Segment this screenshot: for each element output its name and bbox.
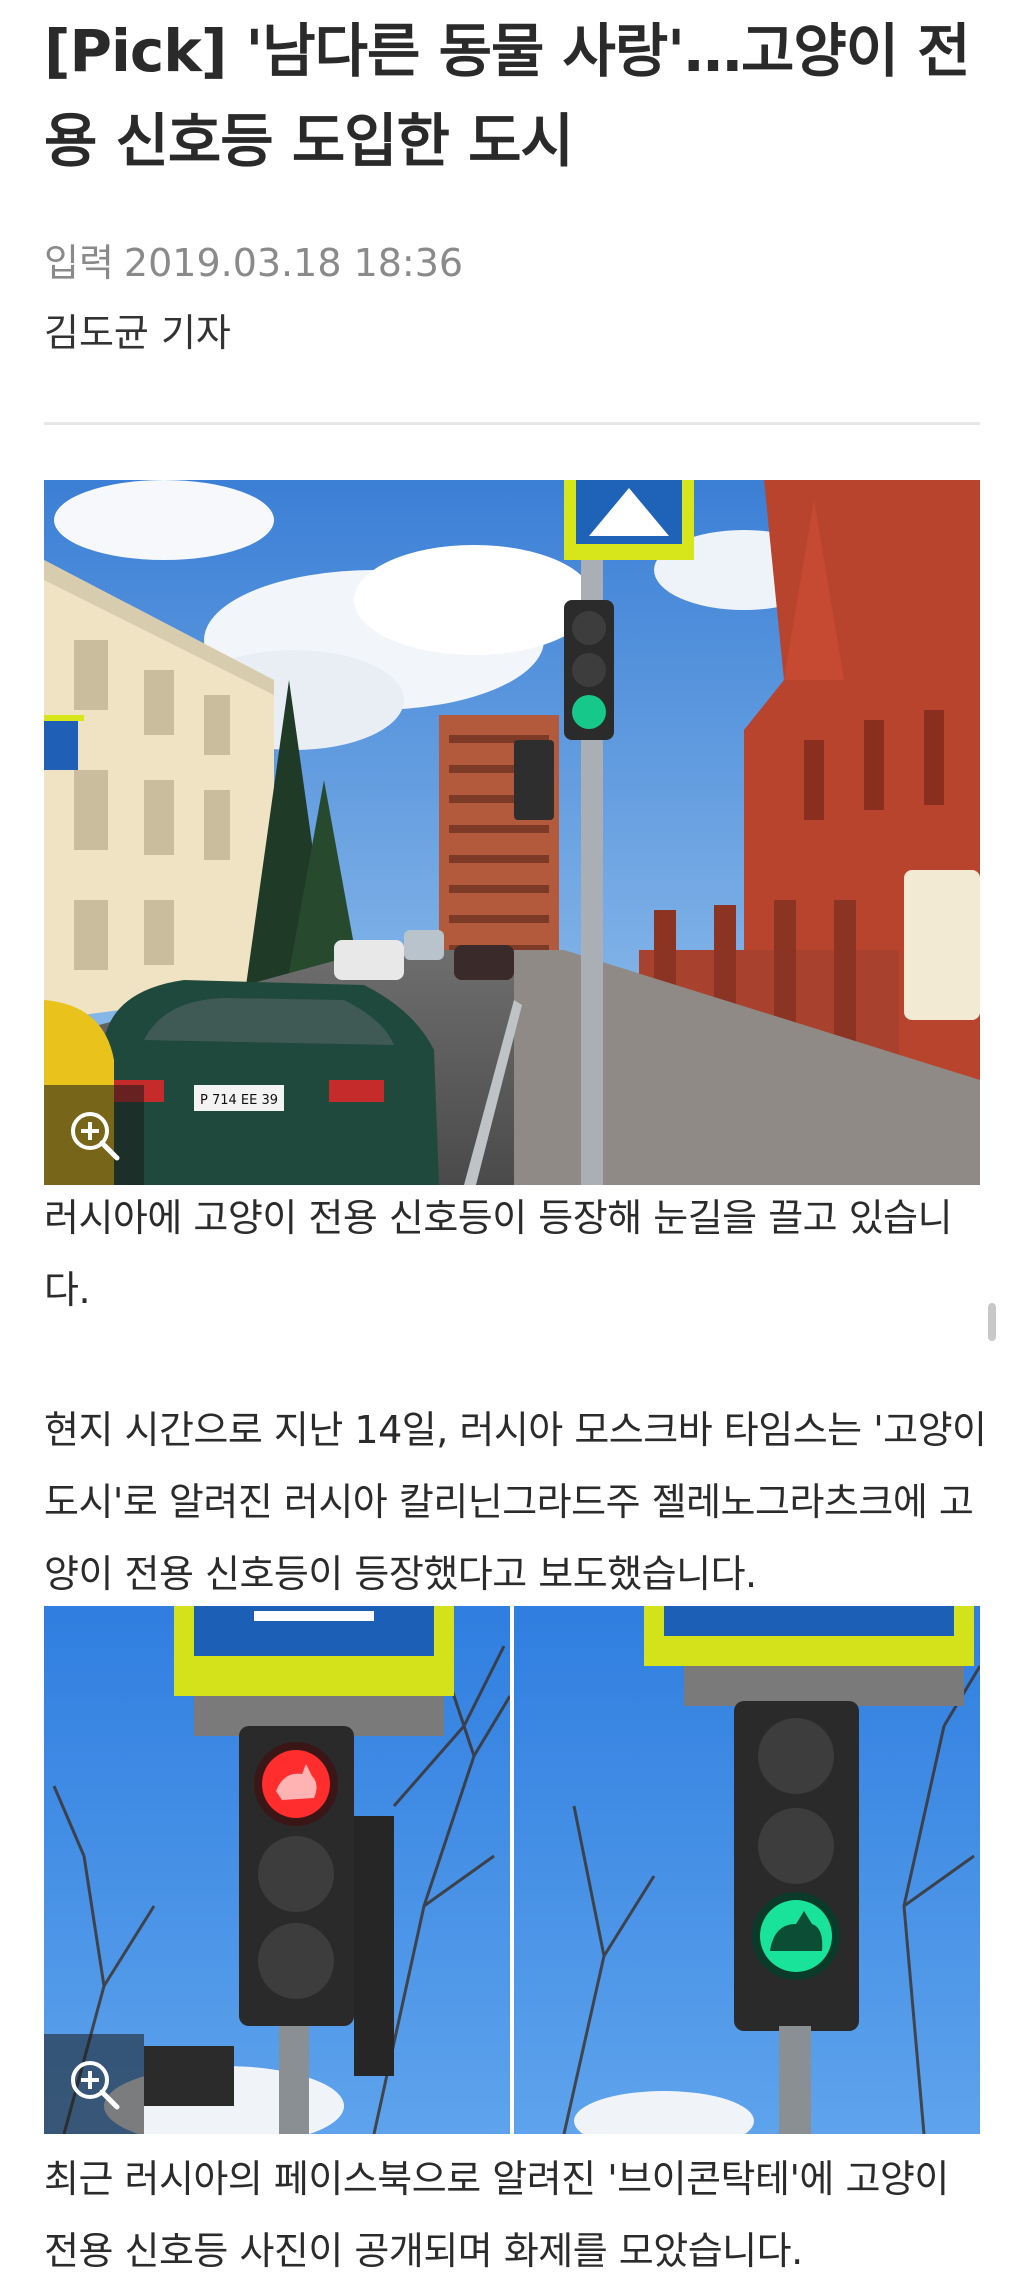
zoom-in-button-2[interactable] (44, 2034, 144, 2134)
zoom-in-icon (71, 2061, 120, 2110)
publish-date: 입력 2019.03.18 18:36 (44, 232, 463, 287)
zoom-in-icon (71, 1112, 120, 1161)
date-value: 2019.03.18 18:36 (123, 241, 464, 285)
divider (44, 422, 980, 425)
reporter-name: 김도균 기자 (44, 311, 231, 355)
photo2-caption: 최근 러시아의 페이스북으로 알려진 '브이콘탁테'에 고양이 전용 신호등 사… (44, 2157, 949, 2273)
cat-signals-image (44, 1606, 980, 2134)
license-plate: P 714 EE 39 (200, 1093, 278, 1108)
scrollbar-thumb[interactable] (988, 1303, 996, 1341)
photo-street-traffic-light[interactable]: P 714 EE 39 (44, 480, 980, 1185)
zoom-in-button[interactable] (44, 1085, 144, 1185)
date-label: 입력 (44, 241, 114, 285)
article-title: [Pick] '남다른 동물 사랑'…고양이 전용 신호등 도입한 도시 (44, 17, 971, 175)
article-page: [Pick] '남다른 동물 사랑'…고양이 전용 신호등 도입한 도시 입력 2… (0, 0, 1024, 2293)
article-body-paragraph: 현지 시간으로 지난 14일, 러시아 모스크바 타임스는 '고양이 도시'로 … (44, 1408, 987, 1596)
photo1-caption: 러시아에 고양이 전용 신호등이 등장해 눈길을 끌고 있습니다. (44, 1196, 953, 1312)
street-scene-image: P 714 EE 39 (44, 480, 980, 1185)
photo-cat-signals[interactable] (44, 1606, 980, 2134)
